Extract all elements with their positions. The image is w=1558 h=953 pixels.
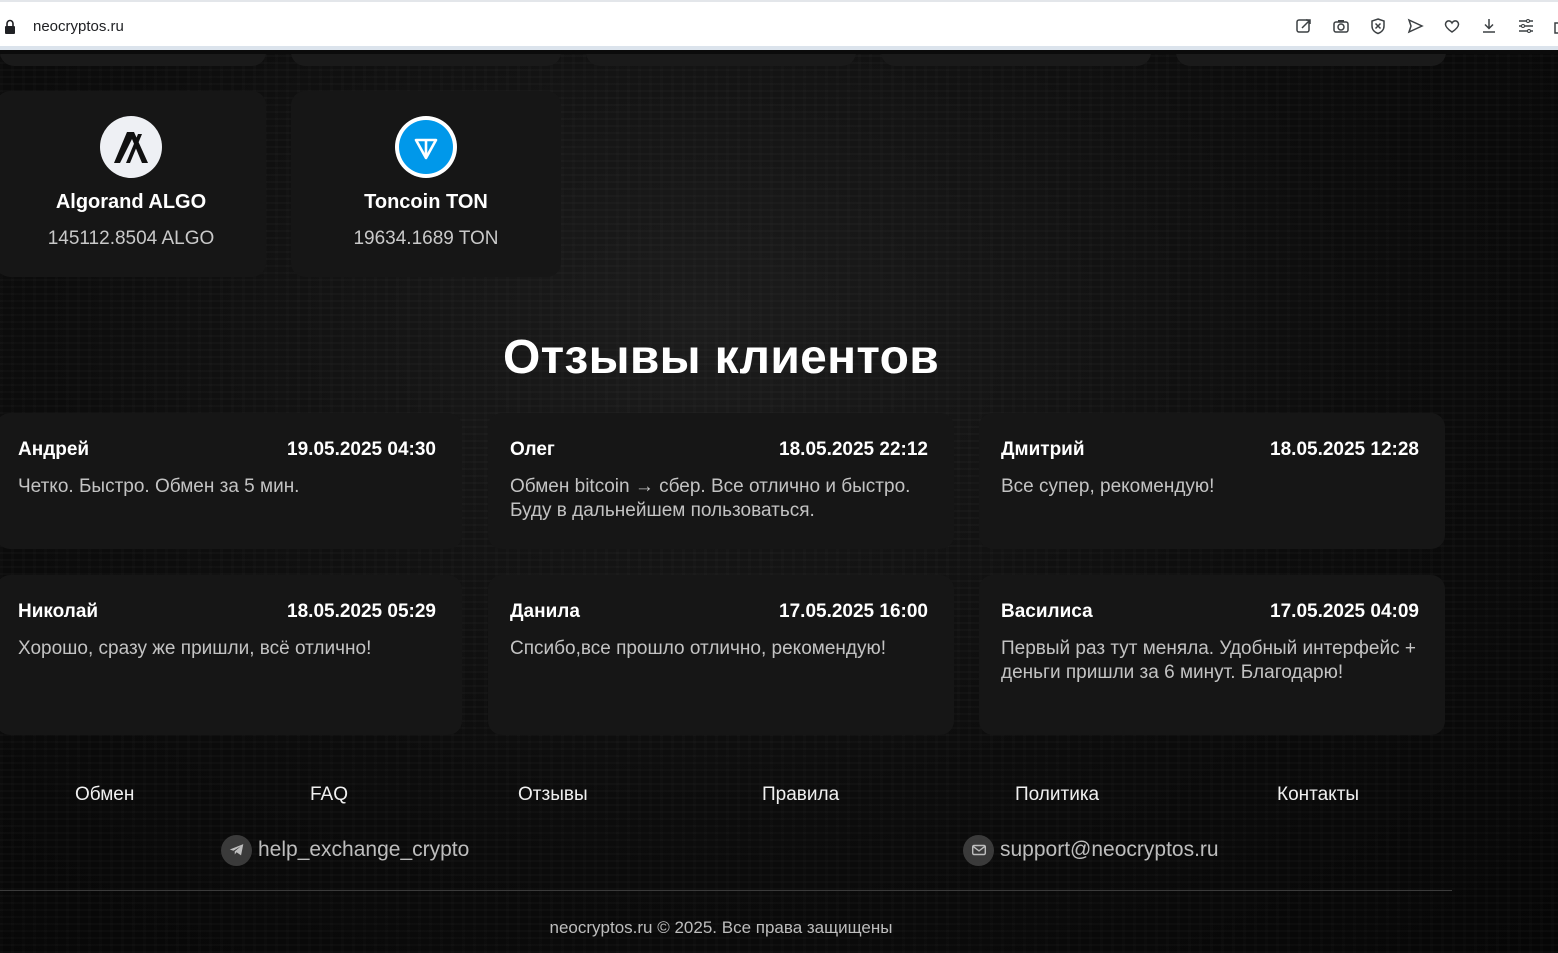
email-address[interactable]: support@neocryptos.ru [1000, 838, 1219, 862]
reviews-title: Отзывы клиентов [502, 331, 940, 384]
review-text: Обмен bitcoin → сбер. Все отлично и быст… [510, 476, 911, 521]
review-text: Четко. Быстро. Обмен за 5 мин. [18, 476, 300, 497]
review-card: Андрей 19.05.2025 04:30 Четко. Быстро. Об… [0, 413, 462, 549]
review-author: Андрей [18, 439, 90, 460]
telegram-handle[interactable]: help_exchange_crypto [258, 838, 469, 862]
mail-icon [963, 834, 994, 866]
review-date: 18.05.2025 05:29 [287, 601, 436, 622]
browser-toolbar [1293, 15, 1558, 39]
coin-name: Toncoin TON [364, 191, 488, 213]
share-edit-icon[interactable] [1293, 15, 1315, 37]
toncoin-icon [395, 116, 457, 178]
review-text: Первый раз тут меняла. Удобный интерфейс… [1001, 638, 1416, 683]
coin-card-partial [881, 54, 1151, 66]
email-contact[interactable]: support@neocryptos.ru [963, 834, 1219, 866]
review-date: 19.05.2025 04:30 [287, 439, 436, 460]
review-card: Олег 18.05.2025 22:12 Обмен bitcoin → сбе… [488, 413, 954, 549]
telegram-icon [221, 834, 252, 866]
download-icon[interactable] [1478, 15, 1500, 37]
review-text: Все супер, рекомендую! [1001, 476, 1215, 497]
algorand-icon [100, 116, 162, 178]
adblock-icon[interactable] [1367, 15, 1389, 37]
browser-address-bar: neocryptos.ru [0, 0, 1558, 50]
review-date: 17.05.2025 16:00 [779, 601, 928, 622]
review-author: Николай [18, 601, 99, 622]
send-icon[interactable] [1404, 15, 1426, 37]
coin-amount: 19634.1689 TON [353, 228, 499, 249]
footer-divider [0, 890, 1452, 891]
review-author: Дмитрий [1001, 439, 1085, 460]
page-content: Algorand ALGO 145112.8504 ALGO Toncoin T… [0, 54, 1558, 953]
coin-card-toncoin[interactable]: Toncoin TON 19634.1689 TON [291, 91, 561, 277]
coin-card-algorand[interactable]: Algorand ALGO 145112.8504 ALGO [0, 91, 266, 277]
coin-card-partial [0, 54, 266, 66]
review-text: Спсибо,все прошло отлично, рекомендую! [510, 638, 887, 659]
review-card: Дмитрий 18.05.2025 12:28 Все супер, реком… [979, 413, 1445, 549]
url-text[interactable]: neocryptos.ru [33, 18, 124, 35]
footer-link-reviews[interactable]: Отзывы [518, 784, 588, 806]
copyright-text: neocryptos.ru © 2025. Все права защищены [549, 918, 893, 937]
footer-nav: Обмен FAQ Отзывы Правила Политика Контак… [0, 784, 1558, 814]
coin-card-partial [1176, 54, 1446, 66]
footer-link-faq[interactable]: FAQ [310, 784, 348, 806]
review-author: Данила [510, 601, 580, 622]
extensions-icon[interactable] [1552, 15, 1558, 37]
review-card: Данила 17.05.2025 16:00 Спсибо,все прошло… [488, 575, 954, 735]
review-card: Василиса 17.05.2025 04:09 Первый раз тут … [979, 575, 1445, 735]
footer-link-exchange[interactable]: Обмен [75, 784, 134, 806]
footer-link-policy[interactable]: Политика [1015, 784, 1099, 806]
coin-card-partial [291, 54, 561, 66]
lock-icon [5, 19, 15, 34]
camera-icon[interactable] [1330, 15, 1352, 37]
heart-icon[interactable] [1441, 15, 1463, 37]
coin-name: Algorand ALGO [55, 191, 207, 213]
coin-amount: 145112.8504 ALGO [47, 228, 215, 249]
review-author: Василиса [1001, 601, 1093, 622]
footer-link-rules[interactable]: Правила [762, 784, 839, 806]
review-text: Хорошо, сразу же пришли, всё отлично! [18, 638, 372, 659]
coin-card-partial [586, 54, 856, 66]
menu-settings-icon[interactable] [1515, 15, 1537, 37]
review-date: 18.05.2025 22:12 [779, 439, 928, 460]
review-card: Николай 18.05.2025 05:29 Хорошо, сразу же… [0, 575, 462, 735]
footer-link-contacts[interactable]: Контакты [1277, 784, 1359, 806]
telegram-contact[interactable]: help_exchange_crypto [221, 834, 469, 866]
review-date: 17.05.2025 04:09 [1270, 601, 1419, 622]
review-date: 18.05.2025 12:28 [1270, 439, 1419, 460]
review-author: Олег [510, 439, 555, 460]
